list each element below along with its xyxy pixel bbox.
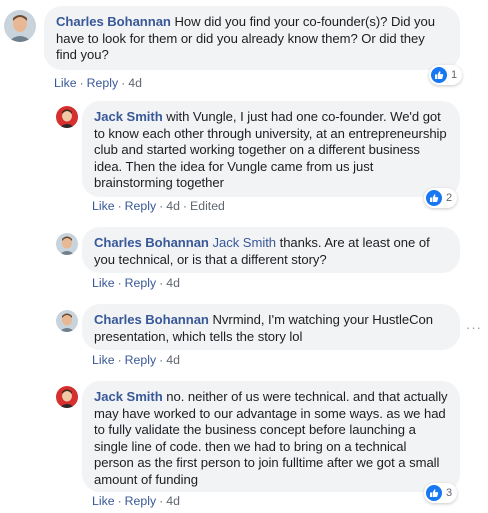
comment-author[interactable]: Charles Bohannan [94,312,209,327]
comment-actions: Like · Reply · 4d [92,494,180,508]
avatar[interactable] [56,386,78,408]
like-link[interactable]: Like [92,494,115,508]
comment-bubble: Charles Bohannan Jack Smith thanks. Are … [82,227,460,273]
like-link[interactable]: Like [92,199,115,213]
reply-link[interactable]: Reply [125,276,156,290]
reaction-count[interactable]: 1 [429,65,463,85]
comment-actions: Like · Reply · 4d [92,276,180,290]
reply-link[interactable]: Reply [125,494,156,508]
thumbs-up-icon [426,485,442,501]
thumbs-up-icon [426,190,442,206]
reply-link[interactable]: Reply [87,76,118,90]
reaction-number: 2 [446,192,453,204]
reply-link[interactable]: Reply [125,199,156,213]
avatar[interactable] [4,10,36,42]
comment-time[interactable]: 4d [166,494,180,508]
charles-avatar-icon [4,10,36,42]
comment-bubble: Jack Smith no. neither of us were techni… [82,381,460,492]
comment-actions: Like · Reply · 4d [54,76,142,90]
comment-author[interactable]: Jack Smith [94,389,163,404]
charles-avatar-icon [56,233,78,255]
comment-bubble: Charles Bohannan Nvrmind, I'm watching y… [82,304,460,350]
like-link[interactable]: Like [92,276,115,290]
comment-time[interactable]: 4d [166,199,180,213]
comment-actions: Like · Reply · 4d · Edited [92,199,225,213]
like-link[interactable]: Like [92,353,115,367]
edited-label[interactable]: Edited [190,199,225,213]
comment-bubble: Charles Bohannan How did you find your c… [44,6,460,70]
comment-time[interactable]: 4d [166,276,180,290]
avatar[interactable] [56,106,78,128]
jack-avatar-icon [56,106,78,128]
reaction-number: 1 [451,69,458,81]
comment-author[interactable]: Jack Smith [94,109,163,124]
comment-actions: Like · Reply · 4d [92,353,180,367]
avatar[interactable] [56,310,78,332]
more-options-icon[interactable]: ··· [466,320,482,335]
reaction-number: 3 [446,487,453,499]
comment-bubble: Jack Smith with Vungle, I just had one c… [82,101,460,197]
comment-author[interactable]: Charles Bohannan [56,14,171,29]
like-link[interactable]: Like [54,76,77,90]
comment-time[interactable]: 4d [166,353,180,367]
thumbs-up-icon [431,67,447,83]
reply-link[interactable]: Reply [125,353,156,367]
reaction-count[interactable]: 2 [424,188,458,208]
jack-avatar-icon [56,386,78,408]
charles-avatar-icon [56,310,78,332]
reaction-count[interactable]: 3 [424,483,458,503]
comment-author[interactable]: Charles Bohannan [94,235,209,250]
mention-link[interactable]: Jack Smith [212,235,276,250]
comment-time[interactable]: 4d [128,76,142,90]
avatar[interactable] [56,233,78,255]
